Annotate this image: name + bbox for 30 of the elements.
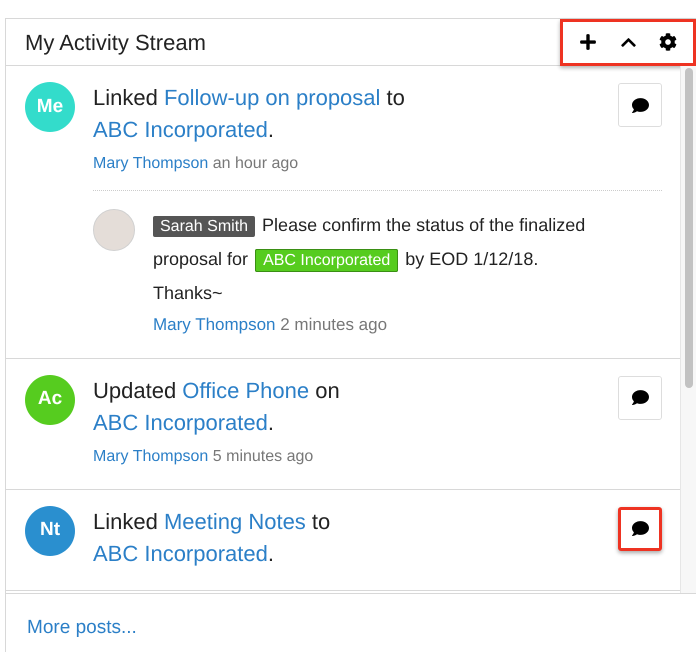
avatar-initials: Nt (25, 506, 75, 556)
avatar-initials: Ac (25, 374, 75, 424)
post-time: 5 minutes ago (212, 448, 314, 464)
record-link[interactable]: Follow-up on proposal (164, 85, 380, 110)
record-link[interactable]: ABC Incorporated (93, 540, 268, 566)
author-link[interactable]: Mary Thompson (93, 155, 208, 172)
record-link[interactable]: ABC Incorporated (93, 117, 268, 142)
comment-icon (632, 96, 648, 114)
plus-icon (579, 33, 597, 51)
avatar-initials: Me (25, 82, 75, 132)
record-link[interactable]: Office Phone (182, 378, 310, 402)
avatar-placeholder (93, 209, 135, 251)
activity-message: Updated Office Phone on ABC Incorporated. (93, 376, 341, 437)
comment-icon (632, 520, 648, 537)
mention-tag[interactable]: Sarah Smith (153, 216, 256, 237)
activity-message: Linked Follow-up on proposal to ABC Incorporated. (93, 84, 406, 144)
comment-icon (632, 389, 648, 406)
settings-icon (659, 33, 677, 51)
comment-button[interactable] (618, 506, 662, 550)
post-time: an hour ago (212, 155, 298, 172)
scrollbar-thumb[interactable] (684, 68, 692, 388)
record-link[interactable]: Meeting Notes (164, 508, 306, 534)
activity-message: Linked Meeting Notes to ABC Incorporated. (93, 508, 332, 568)
author-link[interactable]: Mary Thompson (153, 315, 276, 334)
more-posts-link[interactable]: More posts... (27, 617, 137, 638)
reply-time: 2 minutes ago (280, 315, 388, 334)
author-link[interactable]: Mary Thompson (93, 448, 208, 464)
panel-title: My Activity Stream (25, 28, 206, 57)
reply-message: Sarah Smith Please confirm the status of the finalized proposal for ABC Incorporated by EOD 1/12/18. Thanks~ (153, 214, 586, 305)
record-link[interactable]: ABC Incorporated (93, 410, 268, 434)
